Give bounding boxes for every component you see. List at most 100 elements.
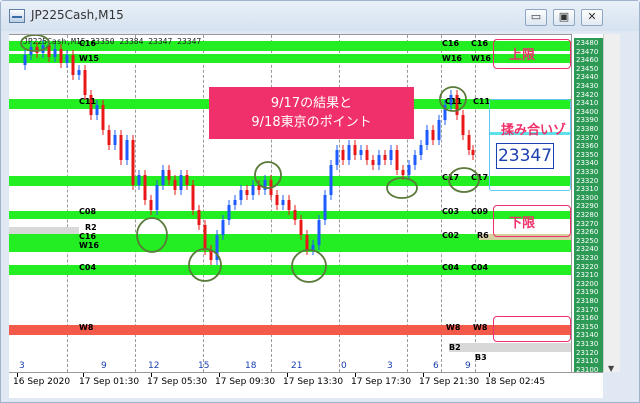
scroll-down-icon[interactable]: ▼ <box>608 364 614 373</box>
level-label: R2 <box>85 223 97 232</box>
candle-body <box>269 180 273 195</box>
candle-body <box>125 140 129 160</box>
candle-body <box>77 70 81 75</box>
candle-body <box>239 190 243 200</box>
candle-body <box>365 150 369 160</box>
level-label: C17 <box>471 173 489 182</box>
candle-body <box>281 200 285 205</box>
candle-body <box>431 130 435 140</box>
candle-body <box>377 155 381 165</box>
candle-body <box>299 220 303 235</box>
candle-body <box>371 160 375 165</box>
w8-highlight-box <box>493 316 571 342</box>
candle-body <box>419 145 423 155</box>
time-label: 17 Sep 01:30 <box>79 377 140 387</box>
level-label: C11 <box>445 97 463 106</box>
candle-body <box>221 220 225 235</box>
candle-body <box>107 130 111 145</box>
level-label: C04 <box>442 263 460 272</box>
minimize-button[interactable]: ▭ <box>525 9 547 26</box>
candle-body <box>137 175 141 185</box>
candle-body <box>143 175 147 200</box>
time-label: 18 Sep 02:45 <box>485 377 546 387</box>
level-label: C04 <box>79 263 97 272</box>
candle-body <box>329 165 333 195</box>
level-label: B3 <box>475 353 487 362</box>
level-label: W8 <box>473 323 488 332</box>
candle-body <box>95 105 99 115</box>
level-label: R6 <box>477 231 489 240</box>
candle-body <box>251 185 255 195</box>
candle-body <box>311 245 315 250</box>
candle-body <box>191 185 195 210</box>
candle-body <box>263 180 267 190</box>
candle-body <box>41 45 45 53</box>
candle-body <box>323 195 327 220</box>
title-bar[interactable]: JP225Cash,M15 ▭ ▣ ✕ <box>1 1 639 31</box>
callout-line-2: 9/18東京のポイント <box>251 115 372 130</box>
candle-body <box>35 47 39 53</box>
candle-body <box>413 155 417 165</box>
candle-body <box>173 180 177 190</box>
level-label: W8 <box>446 323 461 332</box>
candle-body <box>53 49 57 57</box>
candle-body <box>131 140 135 185</box>
level-label: C02 <box>442 231 460 240</box>
level-label: C16 <box>79 232 97 241</box>
level-label: W15 <box>79 54 99 63</box>
candle-body <box>233 200 237 205</box>
candle-body <box>443 105 447 120</box>
window-title: JP225Cash,M15 <box>31 8 124 22</box>
level-label: C04 <box>471 263 489 272</box>
time-label: 17 Sep 09:30 <box>215 377 276 387</box>
candle-body <box>353 145 357 155</box>
level-label: W16 <box>471 54 491 63</box>
candle-body <box>65 55 69 63</box>
chart-header: JP225Cash,M15 23350 23384 23347 23347 <box>23 37 202 46</box>
upper-limit-label: 上限 <box>509 48 536 63</box>
candle-body <box>245 190 249 195</box>
candle-body <box>471 150 475 155</box>
candle-body <box>155 185 159 210</box>
candle-body <box>203 225 207 250</box>
lower-limit-label: 下限 <box>509 216 536 231</box>
price-chart[interactable]: JP225Cash,M15 23350 23384 23347 23347 C1… <box>9 34 571 372</box>
level-label: W16 <box>79 241 99 250</box>
candle-body <box>383 155 387 160</box>
time-axis[interactable]: 3 9 12 15 18 21 0 3 6 9 16 Sep 2020 17 Sep 01:30 17 … <box>9 361 603 398</box>
candle-body <box>59 49 63 63</box>
candle-body <box>83 70 87 95</box>
restore-button[interactable]: ▣ <box>553 9 575 26</box>
candle-body <box>437 120 441 140</box>
level-label: C09 <box>471 207 489 216</box>
time-label: 16 Sep 2020 <box>13 377 71 387</box>
candle-body <box>407 165 411 175</box>
scroll-rail[interactable]: ▼ <box>603 34 620 373</box>
candle-body <box>29 47 33 55</box>
level-label: C03 <box>442 207 460 216</box>
candle-body <box>149 200 153 210</box>
candle-body <box>359 150 363 155</box>
level-label: C17 <box>442 173 460 182</box>
time-label: 17 Sep 05:30 <box>147 377 208 387</box>
candle-body <box>227 205 231 220</box>
candlestick-series <box>23 40 475 265</box>
time-label: 17 Sep 13:30 <box>283 377 344 387</box>
candle-body <box>401 170 405 175</box>
time-label: 17 Sep 17:30 <box>351 377 412 387</box>
candle-body <box>341 150 345 160</box>
price-axis[interactable]: 23480 23470 23460 23450 23440 23430 23420 23410… <box>571 34 603 372</box>
candle-body <box>293 210 297 220</box>
price-tick: 23100 <box>574 364 603 372</box>
time-label: 17 Sep 21:30 <box>419 377 480 387</box>
candle-body <box>179 175 183 190</box>
candle-body <box>275 195 279 205</box>
close-button[interactable]: ✕ <box>581 9 603 26</box>
candle-body <box>197 210 201 225</box>
candle-body <box>101 105 105 130</box>
current-price-box: 23347 <box>496 143 554 169</box>
candle-body <box>185 175 189 185</box>
level-label: W8 <box>79 323 94 332</box>
candle-body <box>47 45 51 57</box>
candle-body <box>119 135 123 160</box>
